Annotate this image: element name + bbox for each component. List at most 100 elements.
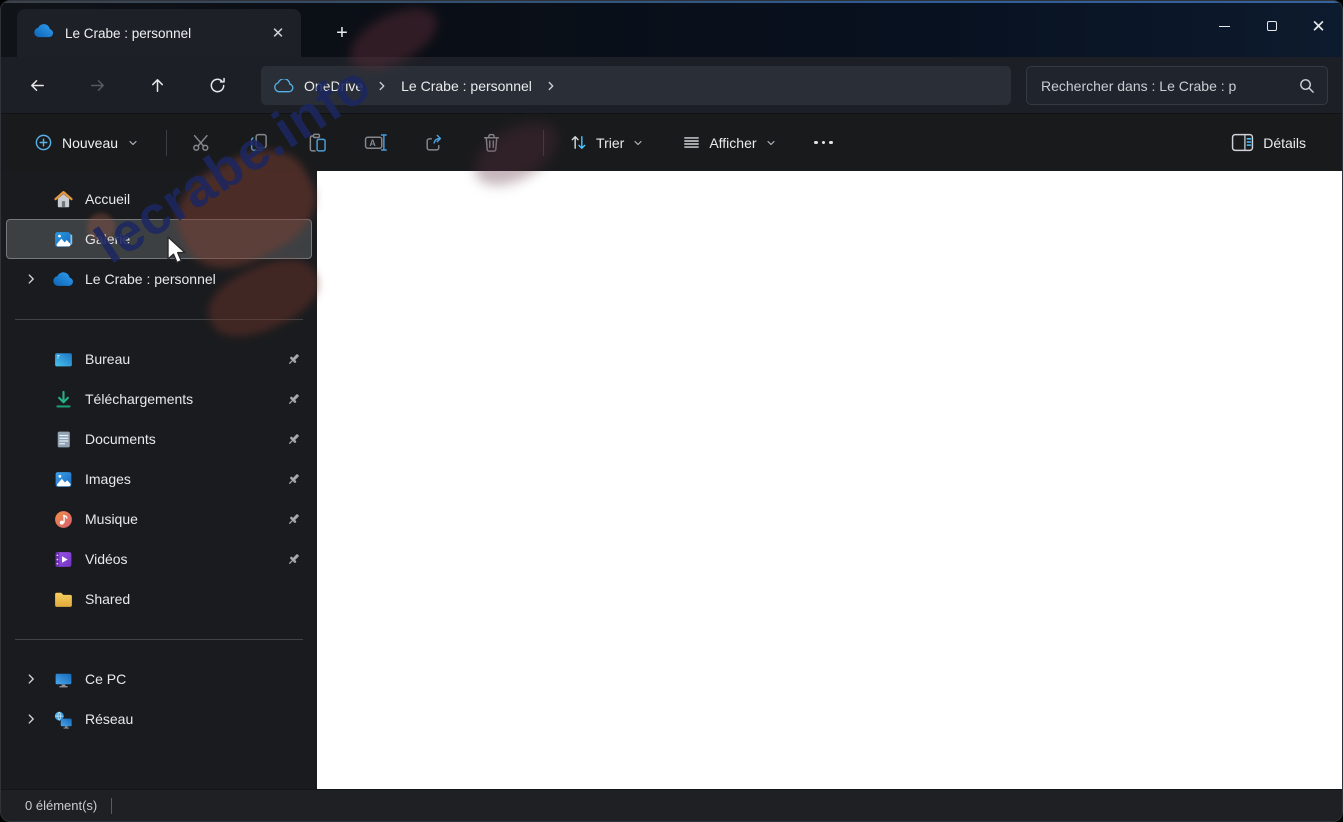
onedrive-cloud-outline-icon bbox=[273, 78, 294, 93]
sidebar-item-label: Musique bbox=[85, 511, 138, 527]
details-pane-button[interactable]: Détails bbox=[1221, 126, 1316, 159]
tab-title: Le Crabe : personnel bbox=[65, 25, 192, 41]
items-count: 0 élément(s) bbox=[25, 798, 98, 813]
rename-icon: A bbox=[364, 134, 387, 151]
command-toolbar: Nouveau A Trier Afficher Détails bbox=[1, 113, 1342, 171]
maximize-button[interactable] bbox=[1248, 1, 1295, 51]
search-box bbox=[1026, 66, 1328, 105]
more-icon bbox=[814, 140, 833, 145]
share-icon bbox=[426, 134, 441, 151]
sidebar-item-label: Documents bbox=[85, 431, 156, 447]
sidebar: Accueil Galerie Le Crabe : personnel Bur… bbox=[1, 171, 317, 789]
sidebar-item-label: Accueil bbox=[85, 191, 131, 207]
folder-icon bbox=[52, 588, 74, 610]
view-button[interactable]: Afficher bbox=[671, 126, 787, 159]
gallery-icon bbox=[52, 228, 74, 250]
sidebar-item-network[interactable]: Réseau bbox=[6, 699, 312, 739]
refresh-button[interactable] bbox=[195, 65, 239, 105]
details-button-label: Détails bbox=[1263, 134, 1306, 151]
download-icon bbox=[52, 388, 74, 410]
sidebar-item-gallery[interactable]: Galerie bbox=[6, 219, 312, 259]
forward-arrow-icon bbox=[90, 79, 104, 91]
chevron-right-icon[interactable] bbox=[21, 272, 41, 286]
sort-button[interactable]: Trier bbox=[558, 126, 655, 159]
new-tab-button[interactable]: + bbox=[327, 19, 357, 47]
home-icon bbox=[52, 188, 74, 210]
back-button[interactable] bbox=[15, 65, 59, 105]
explorer-tab[interactable]: Le Crabe : personnel ✕ bbox=[17, 9, 301, 57]
chevron-down-icon bbox=[765, 137, 777, 149]
copy-icon bbox=[250, 133, 267, 152]
pin-icon bbox=[286, 432, 301, 447]
sidebar-item-this-pc[interactable]: Ce PC bbox=[6, 659, 312, 699]
onedrive-cloud-icon bbox=[52, 268, 74, 290]
pictures-icon bbox=[52, 468, 74, 490]
sidebar-item-label: Galerie bbox=[85, 231, 131, 247]
sidebar-item-desktop[interactable]: Bureau bbox=[6, 339, 312, 379]
sidebar-item-label: Bureau bbox=[85, 351, 131, 367]
close-icon: ✕ bbox=[1311, 16, 1326, 36]
more-options-button[interactable] bbox=[804, 125, 844, 161]
cut-button[interactable] bbox=[181, 125, 221, 161]
navigation-bar: OneDrive Le Crabe : personnel bbox=[1, 57, 1342, 113]
toolbar-divider bbox=[166, 129, 168, 156]
view-button-label: Afficher bbox=[709, 134, 757, 151]
status-divider bbox=[111, 797, 113, 814]
document-icon bbox=[52, 428, 74, 450]
chevron-right-icon[interactable] bbox=[21, 672, 41, 686]
toolbar-divider bbox=[543, 129, 545, 156]
up-button[interactable] bbox=[135, 65, 179, 105]
up-arrow-icon bbox=[151, 78, 163, 92]
sidebar-item-pictures[interactable]: Images bbox=[6, 459, 312, 499]
new-button[interactable]: Nouveau bbox=[21, 126, 152, 159]
sidebar-item-onedrive[interactable]: Le Crabe : personnel bbox=[6, 259, 312, 299]
breadcrumb-chevron-icon[interactable] bbox=[544, 79, 558, 93]
rename-button[interactable]: A bbox=[355, 125, 395, 161]
breadcrumb-chevron-icon[interactable] bbox=[375, 79, 389, 93]
sidebar-item-music[interactable]: Musique bbox=[6, 499, 312, 539]
window-top-border bbox=[1, 1, 1342, 3]
new-plus-icon bbox=[34, 133, 53, 152]
sidebar-item-label: Téléchargements bbox=[85, 391, 194, 407]
window-controls: ✕ bbox=[1201, 1, 1342, 51]
breadcrumb-item-onedrive[interactable]: OneDrive bbox=[304, 78, 363, 94]
delete-button[interactable] bbox=[471, 125, 511, 161]
close-button[interactable]: ✕ bbox=[1295, 1, 1342, 51]
share-button[interactable] bbox=[413, 125, 453, 161]
new-button-label: Nouveau bbox=[62, 134, 119, 151]
videos-icon bbox=[52, 548, 74, 570]
chevron-down-icon bbox=[127, 137, 139, 149]
sidebar-item-shared[interactable]: Shared bbox=[6, 579, 312, 619]
sidebar-item-home[interactable]: Accueil bbox=[6, 179, 312, 219]
folder-contents-area[interactable] bbox=[317, 171, 1342, 789]
chevron-down-icon bbox=[632, 137, 644, 149]
search-input[interactable] bbox=[1041, 77, 1298, 94]
tab-bar: Le Crabe : personnel ✕ + ✕ bbox=[1, 1, 1342, 57]
paste-icon bbox=[309, 133, 326, 152]
file-explorer-window: Le Crabe : personnel ✕ + ✕ OneDrive Le C… bbox=[0, 0, 1343, 822]
sidebar-item-label: Réseau bbox=[85, 711, 134, 727]
chevron-right-icon[interactable] bbox=[21, 712, 41, 726]
breadcrumb: OneDrive Le Crabe : personnel bbox=[261, 66, 1011, 105]
desktop-icon bbox=[52, 348, 74, 370]
sidebar-separator bbox=[15, 319, 303, 320]
paste-button[interactable] bbox=[297, 125, 337, 161]
minimize-button[interactable] bbox=[1201, 1, 1248, 51]
forward-button[interactable] bbox=[75, 65, 119, 105]
sidebar-item-videos[interactable]: Vidéos bbox=[6, 539, 312, 579]
sidebar-item-label: Shared bbox=[85, 591, 131, 607]
sidebar-item-documents[interactable]: Documents bbox=[6, 419, 312, 459]
network-icon bbox=[52, 708, 74, 730]
breadcrumb-item-current-folder[interactable]: Le Crabe : personnel bbox=[401, 78, 532, 94]
sort-button-label: Trier bbox=[596, 134, 625, 151]
maximize-icon bbox=[1266, 21, 1277, 31]
pin-icon bbox=[286, 392, 301, 407]
status-bar: 0 élément(s) bbox=[1, 789, 1342, 821]
refresh-icon bbox=[210, 77, 225, 92]
copy-button[interactable] bbox=[239, 125, 279, 161]
sidebar-item-label: Vidéos bbox=[85, 551, 128, 567]
search-icon[interactable] bbox=[1298, 77, 1315, 94]
sidebar-item-downloads[interactable]: Téléchargements bbox=[6, 379, 312, 419]
pin-icon bbox=[286, 352, 301, 367]
tab-close-icon[interactable]: ✕ bbox=[265, 20, 291, 46]
